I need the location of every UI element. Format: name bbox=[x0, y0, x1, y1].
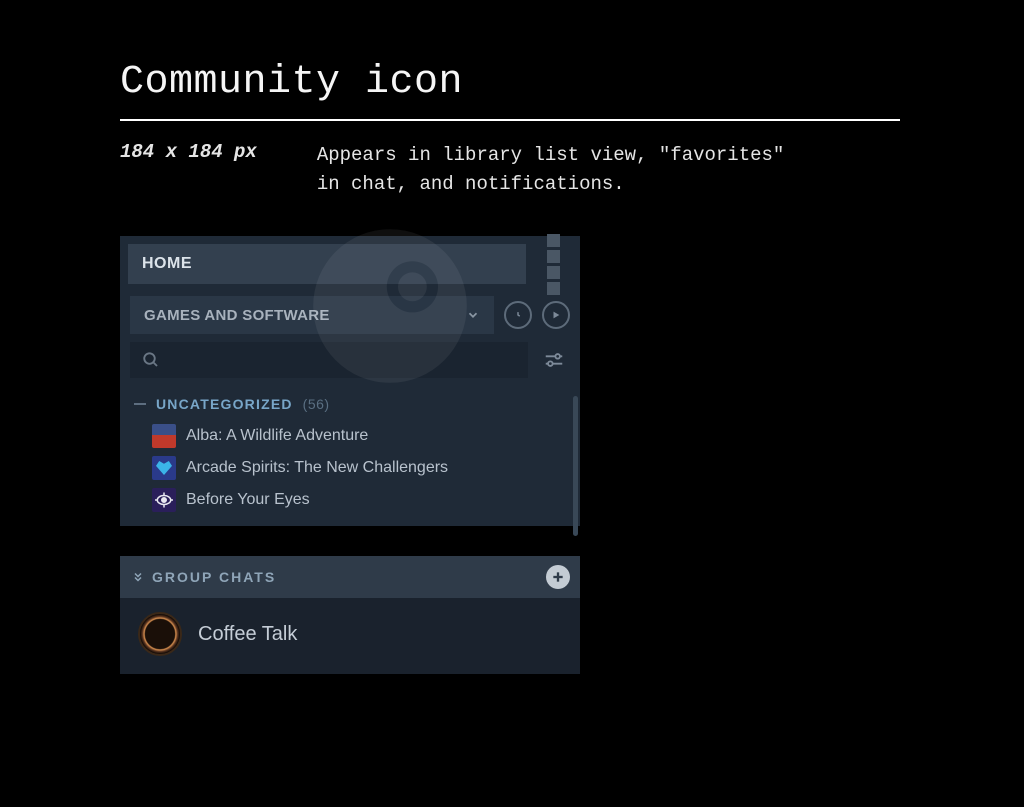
collapse-icon bbox=[134, 403, 146, 405]
add-group-chat-button[interactable] bbox=[546, 565, 570, 589]
game-title: Alba: A Wildlife Adventure bbox=[186, 427, 368, 445]
recent-button[interactable] bbox=[504, 301, 532, 329]
game-title: Before Your Eyes bbox=[186, 491, 310, 509]
game-title: Arcade Spirits: The New Challengers bbox=[186, 459, 448, 477]
category-header[interactable]: UNCATEGORIZED (56) bbox=[120, 386, 580, 418]
steam-library-panel: HOME GAMES AND SOFTWARE UNCATEGO bbox=[120, 236, 580, 526]
game-item[interactable]: Alba: A Wildlife Adventure bbox=[152, 420, 580, 452]
home-label: HOME bbox=[142, 255, 192, 273]
page-title: Community icon bbox=[120, 60, 1024, 105]
plus-icon bbox=[551, 570, 565, 584]
group-chats-header[interactable]: GROUP CHATS bbox=[120, 556, 580, 598]
filter-sliders-button[interactable] bbox=[538, 342, 570, 378]
game-item[interactable]: Before Your Eyes bbox=[152, 484, 580, 516]
game-icon bbox=[152, 456, 176, 480]
game-list: Alba: A Wildlife Adventure Arcade Spirit… bbox=[120, 418, 580, 516]
group-chats-label: GROUP CHATS bbox=[152, 569, 276, 585]
grid-view-button[interactable] bbox=[534, 245, 572, 283]
double-chevron-down-icon bbox=[132, 571, 144, 583]
game-icon bbox=[152, 424, 176, 448]
chat-item[interactable]: Coffee Talk bbox=[120, 598, 580, 674]
category-count: (56) bbox=[303, 396, 330, 412]
play-next-button[interactable] bbox=[542, 301, 570, 329]
game-icon bbox=[152, 488, 176, 512]
game-item[interactable]: Arcade Spirits: The New Challengers bbox=[152, 452, 580, 484]
scrollbar[interactable] bbox=[573, 396, 578, 536]
play-icon bbox=[551, 310, 561, 320]
chat-title: Coffee Talk bbox=[198, 623, 297, 646]
clock-icon bbox=[511, 308, 525, 322]
title-divider bbox=[120, 119, 900, 121]
sliders-icon bbox=[543, 349, 565, 371]
search-icon bbox=[142, 351, 160, 369]
home-button[interactable]: HOME bbox=[128, 244, 526, 284]
chevron-down-icon bbox=[466, 308, 480, 322]
category-name: UNCATEGORIZED bbox=[156, 396, 293, 412]
description-text: Appears in library list view, "favorites… bbox=[317, 141, 797, 198]
group-chats-panel: GROUP CHATS Coffee Talk bbox=[120, 556, 580, 674]
meta-row: 184 x 184 px Appears in library list vie… bbox=[120, 141, 1024, 198]
filter-label: GAMES AND SOFTWARE bbox=[144, 307, 330, 324]
games-software-dropdown[interactable]: GAMES AND SOFTWARE bbox=[130, 296, 494, 334]
search-input[interactable] bbox=[130, 342, 528, 378]
chat-icon bbox=[138, 612, 182, 656]
dimensions-label: 184 x 184 px bbox=[120, 141, 257, 198]
